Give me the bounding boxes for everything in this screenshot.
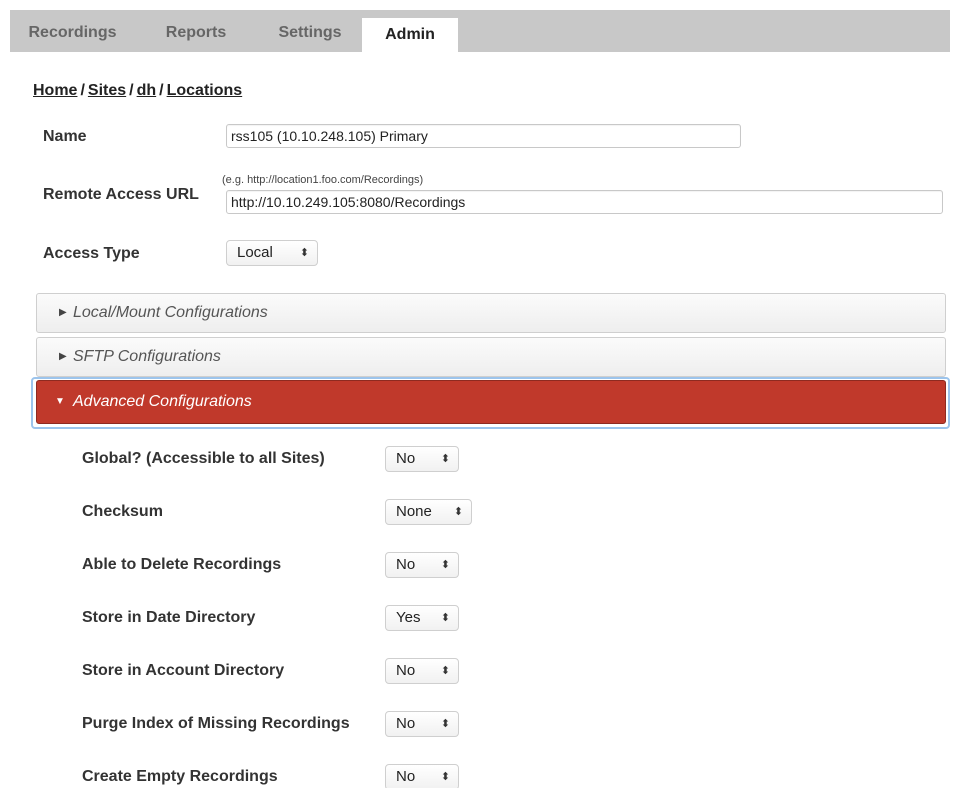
- caret-right-icon: ▶: [59, 307, 67, 318]
- purge-index-label: Purge Index of Missing Recordings: [82, 715, 350, 732]
- top-tab-bar: Recordings Reports Settings Admin: [10, 10, 950, 52]
- global-value: No: [396, 450, 416, 467]
- breadcrumb: Home / Sites / dh / Locations: [33, 82, 242, 100]
- access-type-select[interactable]: Local ⬍: [226, 240, 318, 266]
- account-directory-select[interactable]: No ⬍: [385, 658, 459, 684]
- empty-recordings-value: No: [396, 768, 416, 785]
- caret-down-icon: ▼: [55, 396, 65, 407]
- updown-arrows-icon: ⬍: [440, 665, 450, 677]
- local-mount-panel-title: Local/Mount Configurations: [73, 304, 268, 321]
- breadcrumb-separator: /: [80, 82, 85, 99]
- updown-arrows-icon: ⬍: [440, 718, 450, 730]
- remote-url-label: Remote Access URL: [43, 186, 199, 203]
- empty-recordings-select[interactable]: No ⬍: [385, 764, 459, 788]
- updown-arrows-icon: ⬍: [440, 453, 450, 465]
- updown-arrows-icon: ⬍: [440, 612, 450, 624]
- empty-recordings-label: Create Empty Recordings: [82, 768, 278, 785]
- checksum-label: Checksum: [82, 503, 163, 520]
- updown-arrows-icon: ⬍: [453, 506, 463, 518]
- access-type-label: Access Type: [43, 245, 140, 262]
- delete-recordings-select[interactable]: No ⬍: [385, 552, 459, 578]
- tab-admin[interactable]: Admin: [362, 18, 458, 52]
- caret-right-icon: ▶: [59, 351, 67, 362]
- advanced-panel-header[interactable]: ▼ Advanced Configurations: [36, 380, 946, 424]
- global-label: Global? (Accessible to all Sites): [82, 450, 325, 467]
- advanced-panel-title: Advanced Configurations: [73, 393, 252, 410]
- tab-reports[interactable]: Reports: [150, 10, 242, 52]
- breadcrumb-locations-link[interactable]: Locations: [167, 82, 243, 99]
- delete-recordings-label: Able to Delete Recordings: [82, 556, 282, 573]
- date-directory-value: Yes: [396, 609, 421, 626]
- global-select[interactable]: No ⬍: [385, 446, 459, 472]
- tab-settings[interactable]: Settings: [260, 10, 360, 52]
- account-directory-label: Store in Account Directory: [82, 662, 285, 679]
- access-type-value: Local: [237, 244, 273, 261]
- sftp-panel-header[interactable]: ▶ SFTP Configurations: [36, 337, 946, 377]
- updown-arrows-icon: ⬍: [440, 771, 450, 783]
- date-directory-select[interactable]: Yes ⬍: [385, 605, 459, 631]
- breadcrumb-separator: /: [129, 82, 134, 99]
- breadcrumb-sites-link[interactable]: Sites: [88, 82, 126, 99]
- checksum-value: None: [396, 503, 432, 520]
- purge-index-select[interactable]: No ⬍: [385, 711, 459, 737]
- breadcrumb-home-link[interactable]: Home: [33, 82, 77, 99]
- account-directory-value: No: [396, 662, 416, 679]
- date-directory-label: Store in Date Directory: [82, 609, 256, 626]
- updown-arrows-icon: ⬍: [299, 247, 309, 259]
- sftp-panel-title: SFTP Configurations: [73, 348, 221, 365]
- remote-url-hint: (e.g. http://location1.foo.com/Recording…: [222, 174, 424, 186]
- name-input[interactable]: [226, 124, 741, 148]
- updown-arrows-icon: ⬍: [440, 559, 450, 571]
- name-label: Name: [43, 128, 87, 145]
- remote-url-input[interactable]: [226, 190, 943, 214]
- purge-index-value: No: [396, 715, 416, 732]
- breadcrumb-separator: /: [159, 82, 164, 99]
- checksum-select[interactable]: None ⬍: [385, 499, 472, 525]
- delete-recordings-value: No: [396, 556, 416, 573]
- local-mount-panel-header[interactable]: ▶ Local/Mount Configurations: [36, 293, 946, 333]
- breadcrumb-site-link[interactable]: dh: [137, 82, 157, 99]
- tab-recordings[interactable]: Recordings: [10, 10, 135, 52]
